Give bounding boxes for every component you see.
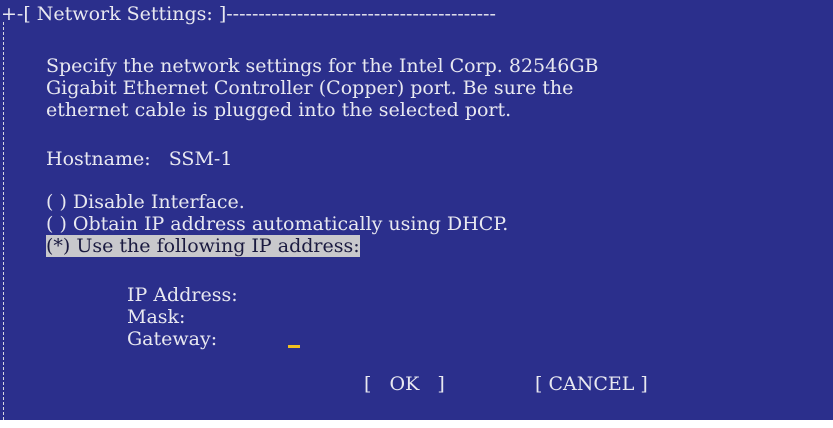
ok-button[interactable]: [ OK ] <box>364 373 445 395</box>
hostname-label: Hostname: <box>46 148 151 170</box>
option-label: Use the following IP address: <box>76 235 360 257</box>
radio-marker: ( ) <box>46 191 67 213</box>
option-label: Disable Interface. <box>72 191 245 213</box>
hostname-value[interactable]: SSM-1 <box>169 148 233 170</box>
description-line-1: Specify the network settings for the Int… <box>46 55 599 77</box>
frame-suffix: ]---------------------------------------… <box>212 3 496 25</box>
frame-prefix: +-[ <box>1 3 37 25</box>
option-static-ip[interactable]: (*) Use the following IP address: <box>46 235 360 257</box>
cancel-button[interactable]: [ CANCEL ] <box>535 373 648 395</box>
mask-row[interactable]: Mask: <box>127 306 192 328</box>
dialog-frame-top: +-[ Network Settings: ]-----------------… <box>1 3 496 25</box>
description-line-2: Gigabit Ethernet Controller (Copper) por… <box>46 77 574 99</box>
gateway-row[interactable]: Gateway: <box>127 328 223 350</box>
radio-marker: (*) <box>46 235 71 257</box>
dialog-title: Network Settings: <box>36 3 213 25</box>
mask-label: Mask: <box>127 306 186 328</box>
ip-address-row[interactable]: IP Address: <box>127 284 244 306</box>
option-disable-interface[interactable]: ( ) Disable Interface. <box>46 191 245 213</box>
ip-address-label: IP Address: <box>127 284 238 306</box>
gateway-label: Gateway: <box>127 328 218 350</box>
terminal-screen: +-[ Network Settings: ]-----------------… <box>0 0 833 420</box>
description-line-3: ethernet cable is plugged into the selec… <box>46 99 512 121</box>
option-dhcp[interactable]: ( ) Obtain IP address automatically usin… <box>46 213 508 235</box>
option-label: Obtain IP address automatically using DH… <box>72 213 509 235</box>
hostname-row: Hostname: SSM-1 <box>46 148 232 170</box>
dialog-frame-left <box>3 22 4 420</box>
radio-marker: ( ) <box>46 213 67 235</box>
selected-option-highlight: (*) Use the following IP address: <box>46 235 360 257</box>
text-cursor <box>288 345 300 348</box>
